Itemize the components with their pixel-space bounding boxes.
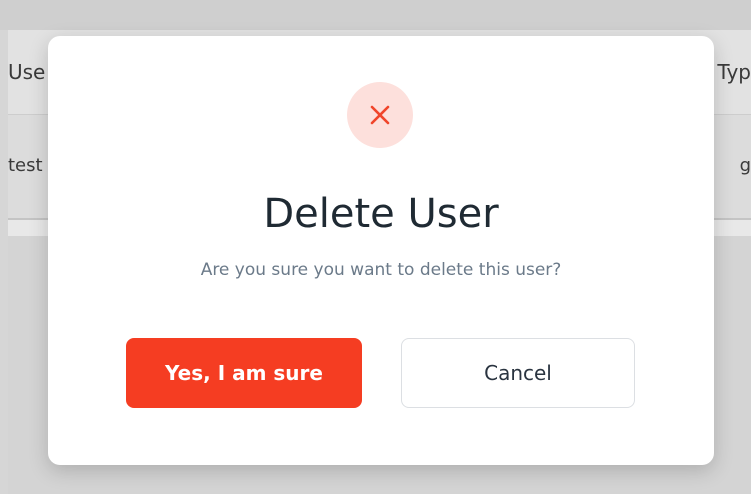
delete-user-dialog: Delete User Are you sure you want to del…	[48, 36, 714, 465]
table-cell-username: test	[8, 155, 43, 176]
confirm-delete-label: Yes, I am sure	[165, 361, 323, 385]
cancel-label: Cancel	[484, 361, 552, 385]
column-header-user: Use	[8, 60, 46, 84]
confirm-delete-button[interactable]: Yes, I am sure	[126, 338, 362, 408]
dialog-title: Delete User	[263, 191, 499, 237]
close-icon	[347, 82, 413, 148]
cancel-button[interactable]: Cancel	[401, 338, 635, 408]
page: Use Typ test g Delete User Are you sure …	[0, 0, 751, 494]
dialog-message: Are you sure you want to delete this use…	[200, 260, 562, 280]
close-icon-glyph	[370, 105, 390, 125]
background-top-strip	[0, 0, 751, 30]
column-header-type: Typ	[717, 60, 751, 84]
table-cell-type: g	[739, 155, 751, 176]
